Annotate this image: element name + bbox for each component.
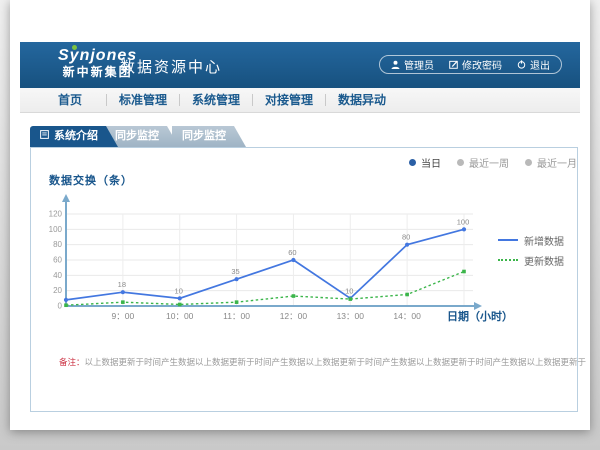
radio-last-month[interactable]: 最近一月 [525,155,577,170]
tab-label: 系统介绍 [54,126,98,147]
page-title: 数据资源中心 [120,56,222,77]
svg-text:60: 60 [288,248,296,257]
screenshot-stage: Synjones 新中新集团 数据资源中心 管理员 修改密码 [0,0,600,450]
tab-label: 同步监控 [182,126,226,147]
admin-user-button[interactable]: 管理员 [391,57,434,72]
chart-svg: 0 20 40 60 80 100 120 9：00 10：00 11：00 12：00 13：00 1… [41,189,491,329]
app-window: Synjones 新中新集团 数据资源中心 管理员 修改密码 [20,42,580,430]
svg-text:14：00: 14：00 [393,311,421,321]
radio-today[interactable]: 当日 [409,155,441,170]
tab-system-intro[interactable]: 系统介绍 [30,126,118,147]
admin-user-label: 管理员 [404,57,434,72]
power-icon [517,60,526,69]
tab-sync-monitor-2[interactable]: 同步监控 [172,126,246,147]
legend-label: 新增数据 [524,233,564,248]
change-password-label: 修改密码 [462,57,502,72]
radio-label: 当日 [421,155,441,170]
change-password-button[interactable]: 修改密码 [449,57,502,72]
svg-text:0: 0 [58,302,63,311]
svg-text:18: 18 [118,280,126,289]
legend-label: 更新数据 [524,253,564,268]
tab-label: 同步监控 [115,126,159,147]
legend-item-new-data: 新增数据 [498,230,564,250]
radio-label: 最近一周 [469,155,509,170]
logout-label: 退出 [530,57,550,72]
footnote-body: 以上数据更新于时间产生数据以上数据更新于时间产生数据以上数据更新于时间产生数据以… [85,357,587,367]
radio-last-week[interactable]: 最近一周 [457,155,509,170]
x-axis-title: 日期（小时） [447,308,513,324]
svg-text:11：00: 11：00 [223,311,250,321]
chart-panel: 当日 最近一周 最近一月 数据交换（条） 0 20 40 60 80 100 120 9：00… [30,147,578,412]
solid-line-icon [498,239,518,241]
user-icon [391,60,400,69]
svg-text:10：00: 10：00 [166,311,194,321]
logout-button[interactable]: 退出 [517,57,550,72]
svg-text:35: 35 [231,267,239,276]
nav-item-data-change[interactable]: 数据异动 [326,88,398,113]
document-icon [40,126,49,147]
svg-text:10: 10 [175,286,183,295]
svg-text:10: 10 [345,286,353,295]
legend-item-update-data: 更新数据 [498,250,564,270]
footnote-prefix: 备注： [59,357,85,367]
radio-dot-icon [525,159,532,166]
dotted-line-icon [498,259,518,261]
nav-item-standard-mgmt[interactable]: 标准管理 [107,88,179,113]
radio-label: 最近一月 [537,155,577,170]
svg-text:9：00: 9：00 [112,311,135,321]
y-axis-title: 数据交换（条） [49,172,133,188]
svg-text:13：00: 13：00 [337,311,365,321]
app-header: Synjones 新中新集团 数据资源中心 管理员 修改密码 [20,42,580,88]
radio-dot-icon [409,159,416,166]
svg-text:60: 60 [53,256,62,265]
svg-text:80: 80 [53,240,62,249]
edit-icon [449,60,458,69]
logo-accent-dot [72,45,77,50]
line-chart: 0 20 40 60 80 100 120 9：00 10：00 11：00 12：00 13：00 1… [41,189,491,329]
svg-text:80: 80 [402,233,410,242]
nav-item-system-mgmt[interactable]: 系统管理 [180,88,252,113]
svg-text:100: 100 [457,217,470,226]
svg-text:20: 20 [53,286,62,295]
svg-text:120: 120 [49,210,63,219]
radio-dot-icon [457,159,464,166]
svg-text:12：00: 12：00 [280,311,308,321]
time-range-filter: 当日 最近一周 最近一月 [409,155,577,170]
nav-item-home[interactable]: 首页 [34,88,106,113]
nav-item-interface-mgmt[interactable]: 对接管理 [253,88,325,113]
footnote: 备注：以上数据更新于时间产生数据以上数据更新于时间产生数据以上数据更新于时间产生… [59,356,571,368]
svg-text:100: 100 [49,225,63,234]
svg-text:40: 40 [53,271,62,280]
main-nav: 首页 标准管理 系统管理 对接管理 数据异动 [20,88,580,113]
chart-legend: 新增数据 更新数据 [498,230,564,270]
user-actions-group: 管理员 修改密码 退出 [379,55,562,74]
